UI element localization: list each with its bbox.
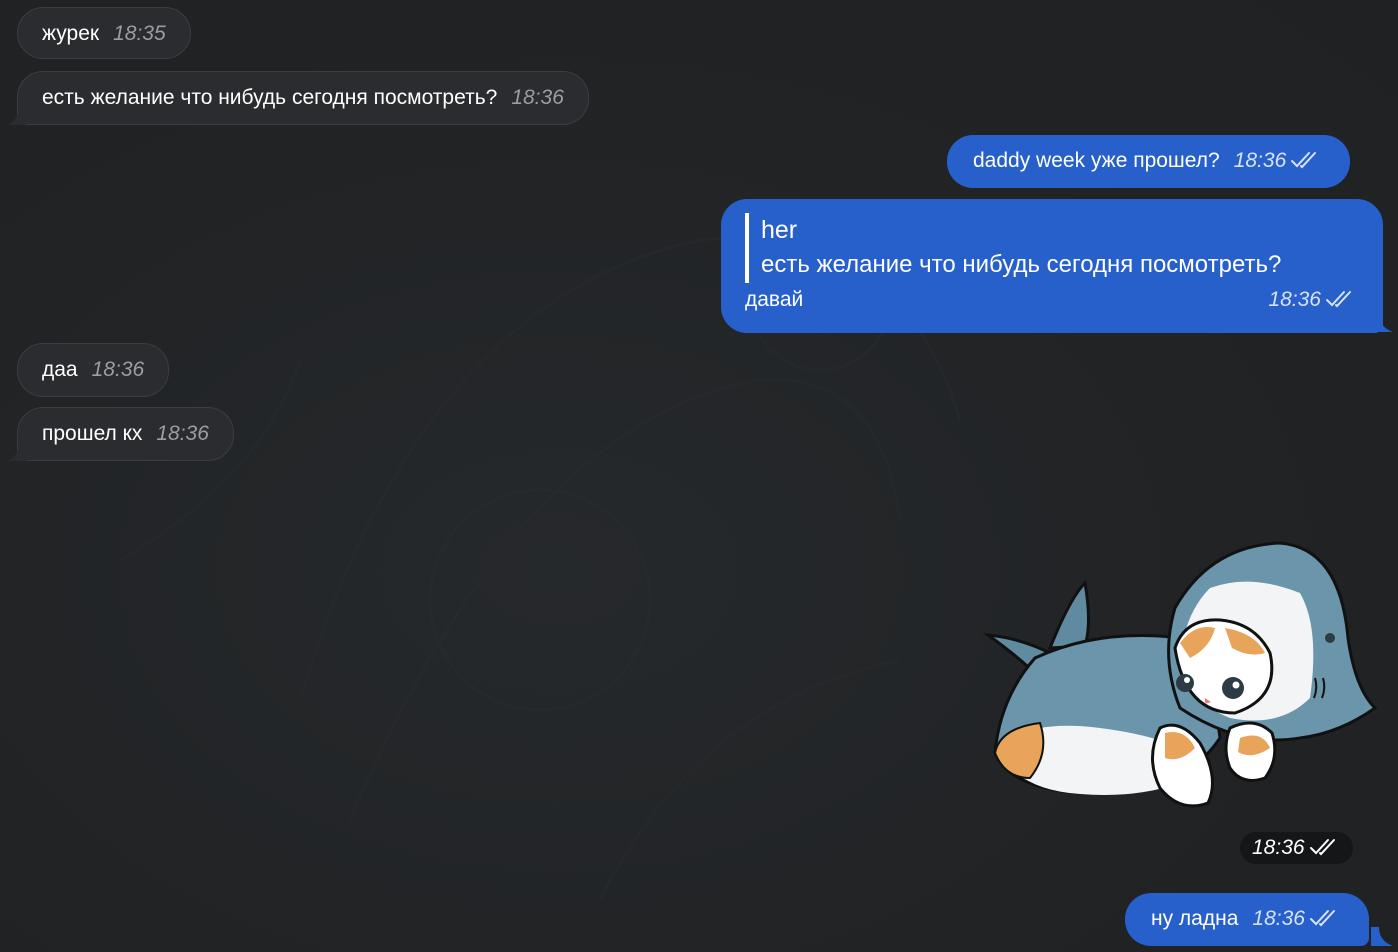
chat-view: журек 18:35 есть желание что нибудь сегод…	[0, 0, 1398, 952]
bubble-tail	[7, 442, 27, 461]
message-time: 18:36	[1252, 836, 1305, 859]
message-text: журек	[42, 22, 100, 45]
message-text: есть желание что нибудь сегодня посмотре…	[42, 86, 498, 109]
message-incoming[interactable]: журек 18:35	[17, 7, 191, 59]
message-time: 18:36	[156, 422, 209, 445]
message-incoming[interactable]: прошел кх 18:36	[17, 407, 234, 461]
message-text: давай	[745, 288, 804, 311]
bubble-tail	[1371, 927, 1393, 946]
message-outgoing[interactable]: ну ладна 18:36	[1125, 893, 1369, 946]
message-time: 18:36	[1233, 149, 1287, 172]
message-incoming[interactable]: есть желание что нибудь сегодня посмотре…	[17, 71, 589, 125]
message-text: ну ладна	[1151, 907, 1239, 930]
message-outgoing-reply[interactable]: her есть желание что нибудь сегодня посм…	[721, 199, 1383, 333]
cat-shark-sticker[interactable]	[980, 538, 1380, 818]
read-double-check-icon	[1326, 291, 1351, 308]
message-time: 18:36	[1252, 907, 1305, 930]
message-time: 18:36	[511, 86, 564, 109]
reply-text: есть желание что нибудь сегодня посмотре…	[761, 251, 1282, 278]
message-time: 18:35	[113, 22, 166, 45]
read-double-check-icon	[1291, 152, 1317, 169]
message-time: 18:36	[91, 358, 145, 381]
message-time: 18:36	[1268, 288, 1321, 311]
reply-author: her	[761, 216, 798, 244]
bubble-tail	[7, 106, 27, 125]
message-text: прошел кх	[42, 422, 143, 445]
message-text: даа	[42, 358, 78, 381]
message-text: daddy week уже прошел?	[973, 149, 1220, 172]
message-incoming[interactable]: даа 18:36	[17, 343, 170, 397]
sticker-time-badge: 18:36	[1240, 832, 1353, 864]
message-outgoing[interactable]: daddy week уже прошел? 18:36	[947, 135, 1351, 188]
bubble-tail	[1371, 313, 1393, 332]
read-double-check-icon	[1309, 910, 1335, 927]
reply-quote[interactable]: her есть желание что нибудь сегодня посм…	[745, 213, 1357, 283]
read-double-check-icon	[1309, 839, 1335, 856]
